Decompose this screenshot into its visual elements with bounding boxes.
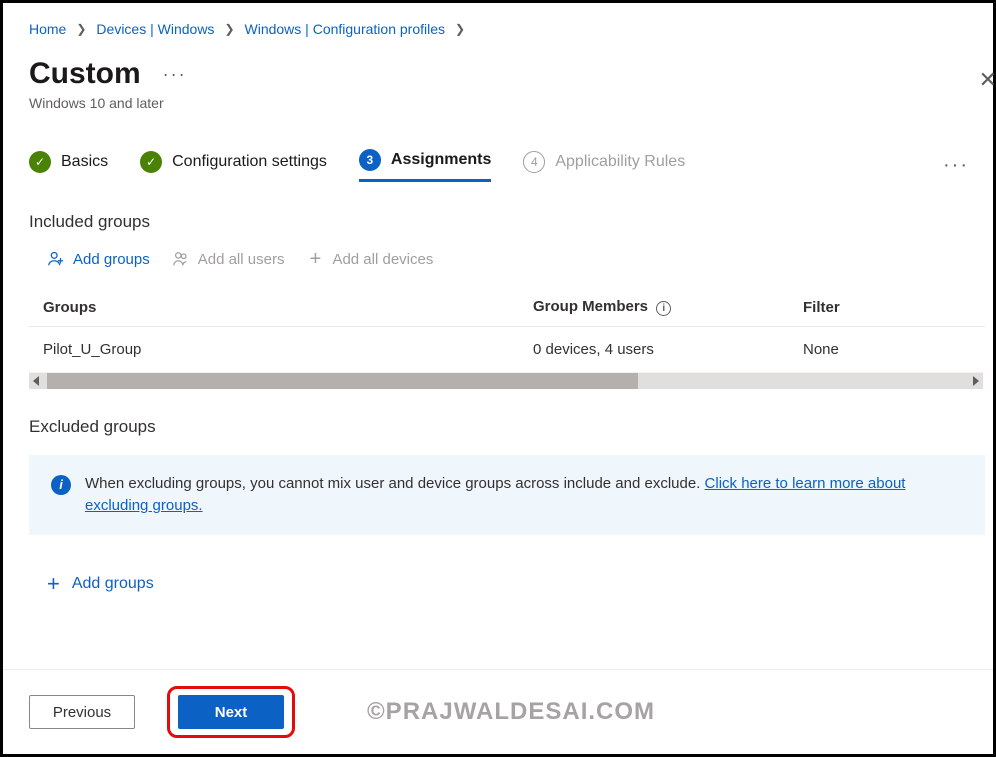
add-groups-button[interactable]: Add groups bbox=[47, 250, 150, 268]
cell-group: Pilot_U_Group bbox=[43, 341, 533, 358]
info-banner: i When excluding groups, you cannot mix … bbox=[29, 455, 985, 535]
col-filter[interactable]: Filter bbox=[803, 299, 971, 316]
col-members[interactable]: Group Members i bbox=[533, 298, 803, 316]
page-subtitle: Windows 10 and later bbox=[29, 95, 993, 111]
breadcrumb-devices-windows[interactable]: Devices | Windows bbox=[96, 21, 214, 37]
title-more-button[interactable]: ··· bbox=[163, 64, 187, 85]
info-icon[interactable]: i bbox=[656, 301, 671, 316]
included-groups-table: Groups Group Members i Filter Pilot_U_Gr… bbox=[29, 288, 985, 373]
cell-filter: None bbox=[803, 341, 971, 358]
add-all-users-button[interactable]: Add all users bbox=[172, 250, 285, 268]
step-number-icon: 4 bbox=[523, 151, 545, 173]
breadcrumb: Home ❯ Devices | Windows ❯ Windows | Con… bbox=[29, 21, 993, 37]
banner-text: When excluding groups, you cannot mix us… bbox=[85, 473, 963, 517]
add-all-devices-button[interactable]: + Add all devices bbox=[306, 250, 433, 268]
check-icon: ✓ bbox=[29, 151, 51, 173]
horizontal-scrollbar[interactable] bbox=[29, 373, 983, 389]
plus-icon: + bbox=[47, 571, 60, 597]
wizard-steps: ✓ Basics ✓ Configuration settings 3 Assi… bbox=[29, 149, 993, 182]
step-label: Assignments bbox=[391, 151, 491, 169]
previous-button[interactable]: Previous bbox=[29, 695, 135, 729]
step-number-icon: 3 bbox=[359, 149, 381, 171]
col-groups[interactable]: Groups bbox=[43, 299, 533, 316]
chevron-right-icon: ❯ bbox=[76, 22, 86, 36]
action-label: Add groups bbox=[72, 575, 154, 593]
step-basics[interactable]: ✓ Basics bbox=[29, 151, 108, 181]
action-label: Add all users bbox=[198, 251, 285, 268]
check-icon: ✓ bbox=[140, 151, 162, 173]
action-label: Add groups bbox=[73, 251, 150, 268]
table-row[interactable]: Pilot_U_Group 0 devices, 4 users None bbox=[29, 327, 985, 373]
page-title: Custom bbox=[29, 57, 141, 91]
breadcrumb-home[interactable]: Home bbox=[29, 21, 66, 37]
step-label: Basics bbox=[61, 153, 108, 171]
wizard-footer: Previous Next ©PRAJWALDESAI.COM bbox=[3, 669, 993, 754]
excluded-groups-heading: Excluded groups bbox=[29, 417, 993, 437]
step-label: Configuration settings bbox=[172, 153, 327, 171]
steps-more-button[interactable]: ··· bbox=[943, 154, 969, 177]
person-add-icon bbox=[47, 250, 65, 268]
action-label: Add all devices bbox=[332, 251, 433, 268]
table-header: Groups Group Members i Filter bbox=[29, 288, 985, 327]
plus-icon: + bbox=[306, 250, 324, 268]
included-actions: Add groups Add all users + Add all devic… bbox=[47, 250, 993, 268]
add-excluded-groups-button[interactable]: + Add groups bbox=[47, 571, 993, 597]
close-icon[interactable]: ✕ bbox=[979, 67, 996, 93]
next-button[interactable]: Next bbox=[178, 695, 284, 729]
people-icon bbox=[172, 250, 190, 268]
included-groups-heading: Included groups bbox=[29, 212, 993, 232]
cell-members: 0 devices, 4 users bbox=[533, 341, 803, 358]
watermark-text: ©PRAJWALDESAI.COM bbox=[367, 698, 655, 726]
step-label: Applicability Rules bbox=[555, 153, 685, 171]
chevron-right-icon: ❯ bbox=[224, 22, 234, 36]
step-config-settings[interactable]: ✓ Configuration settings bbox=[140, 151, 327, 181]
step-assignments[interactable]: 3 Assignments bbox=[359, 149, 491, 182]
info-icon: i bbox=[51, 475, 71, 495]
step-applicability-rules[interactable]: 4 Applicability Rules bbox=[523, 151, 685, 181]
breadcrumb-config-profiles[interactable]: Windows | Configuration profiles bbox=[245, 21, 446, 37]
chevron-right-icon: ❯ bbox=[455, 22, 465, 36]
annotation-highlight: Next bbox=[167, 686, 295, 738]
